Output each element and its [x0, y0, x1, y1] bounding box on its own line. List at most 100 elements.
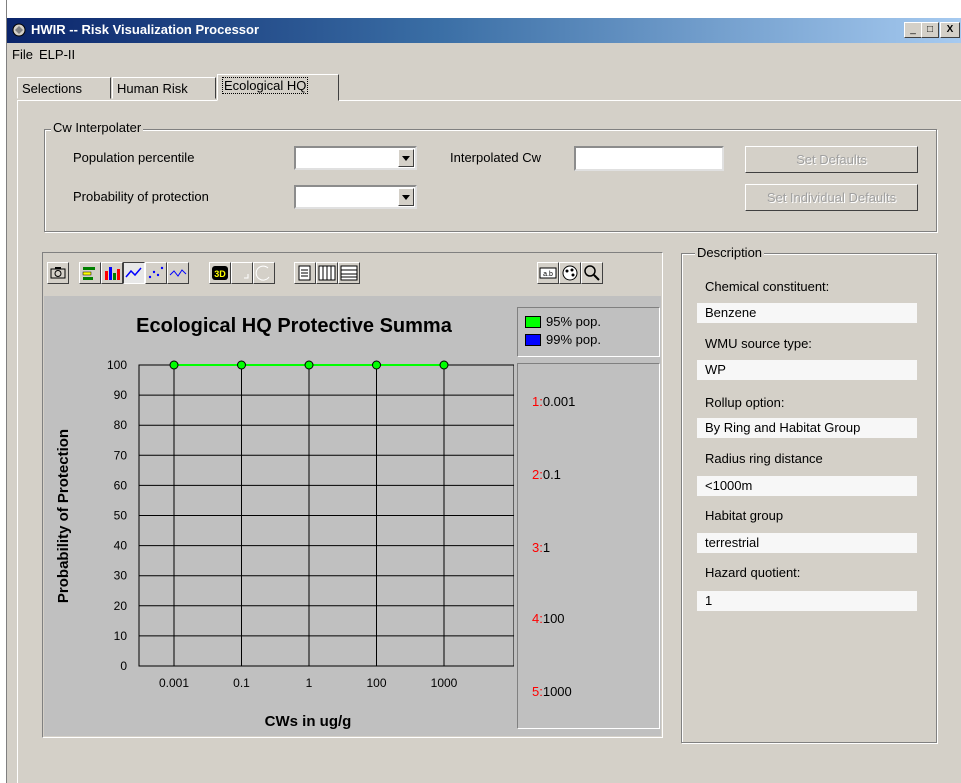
area-chart-icon[interactable]	[167, 262, 189, 284]
title-bar[interactable]: HWIR -- Risk Visualization Processor _ □…	[7, 18, 961, 43]
data-point	[169, 360, 179, 370]
rollup-option-value: By Ring and Habitat Group	[697, 418, 917, 438]
habitat-group-label: Habitat group	[705, 508, 784, 523]
list-item-value: 0.001	[542, 394, 576, 409]
habitat-group-value: terrestrial	[697, 533, 917, 553]
chevron-down-icon[interactable]	[398, 188, 414, 206]
set-defaults-button[interactable]: Set Defaults	[745, 146, 918, 173]
svg-text:3D: 3D	[214, 269, 226, 279]
app-icon	[12, 23, 26, 37]
list-item: 5:1000	[532, 684, 572, 699]
maximize-button[interactable]: □	[921, 22, 939, 38]
x-axis-label: CWs in ug/g	[265, 713, 352, 730]
radius-ring-distance-label: Radius ring distance	[705, 451, 823, 466]
probability-select[interactable]	[294, 185, 417, 209]
list-item-value: 1000	[542, 684, 572, 699]
y-tick-label: 50	[114, 509, 128, 523]
population-percentile-select[interactable]	[294, 146, 417, 170]
y-axis-label: Probability of Protection	[55, 429, 72, 603]
list-item-number: 1:	[532, 394, 543, 409]
tab-human-risk-label: Human Risk	[117, 81, 188, 96]
rotate-icon[interactable]	[231, 262, 253, 284]
list-item-number: 5:	[532, 684, 543, 699]
interpolated-cw-label: Interpolated Cw	[450, 150, 542, 165]
chemical-constituent-value: Benzene	[697, 303, 917, 323]
magnify-icon[interactable]	[581, 262, 603, 284]
y-tick-label: 100	[107, 358, 127, 372]
hazard-quotient-label: Hazard quotient:	[705, 565, 801, 580]
cw-interpolater-group	[44, 129, 937, 232]
x-tick-label: 0.001	[159, 676, 189, 690]
list-item-value: 0.1	[542, 467, 561, 482]
x-value-list: 1:0.001 2:0.1 3:1 4:100 5:1000	[517, 363, 660, 729]
legend-swatch-99	[525, 334, 541, 346]
horizontal-grid-icon[interactable]	[338, 262, 360, 284]
menu-bar: File ELP-II	[7, 44, 961, 64]
description-label: Description	[695, 245, 765, 260]
tab-selections[interactable]: Selections	[17, 77, 111, 99]
population-percentile-label: Population percentile	[73, 150, 195, 165]
data-point	[304, 360, 314, 370]
y-tick-label: 10	[114, 629, 128, 643]
list-item-number: 3:	[532, 540, 543, 555]
window-title: HWIR -- Risk Visualization Processor	[31, 22, 260, 37]
tab-ecological-hq[interactable]: Ecological HQ	[217, 74, 339, 101]
legend-label-99: 99% pop.	[546, 332, 601, 347]
tab-human-risk[interactable]: Human Risk	[112, 77, 216, 99]
data-point	[372, 360, 381, 370]
y-tick-label: 90	[114, 388, 128, 402]
close-button[interactable]: X	[940, 22, 960, 38]
list-item: 1:0.001	[532, 394, 575, 409]
list-item-value: 1	[542, 540, 551, 555]
scatter-chart-icon[interactable]	[145, 262, 167, 284]
chart-legend: 95% pop. 99% pop.	[517, 307, 660, 357]
y-tick-label: 60	[114, 478, 128, 492]
interpolated-cw-input[interactable]	[574, 146, 724, 171]
cw-interpolater-label: Cw Interpolater	[51, 120, 144, 135]
tab-ecological-hq-label: Ecological HQ	[222, 77, 309, 94]
data-point	[439, 360, 449, 370]
y-tick-label: 80	[114, 418, 128, 432]
menu-elp-ii[interactable]: ELP-II	[39, 47, 75, 62]
y-tick-label: 70	[114, 448, 128, 462]
vertical-grid-icon[interactable]	[316, 262, 338, 284]
wmu-source-type-value: WP	[697, 360, 917, 380]
3d-toggle-icon[interactable]: 3D	[209, 262, 231, 284]
desktop-edge	[0, 0, 7, 783]
x-tick-label: 1000	[431, 676, 458, 690]
hazard-quotient-value: 1	[697, 591, 917, 611]
set-individual-defaults-button[interactable]: Set Individual Defaults	[745, 184, 918, 211]
chart-toolbar: 3D a.b	[44, 256, 661, 296]
description-group	[681, 253, 937, 743]
labels-icon[interactable]: a.b	[537, 262, 559, 284]
chart-title: Ecological HQ Protective Summa	[136, 315, 453, 337]
y-tick-label: 30	[114, 569, 128, 583]
rollup-option-label: Rollup option:	[705, 395, 785, 410]
list-item: 2:0.1	[532, 467, 561, 482]
zoom-icon[interactable]	[253, 262, 275, 284]
camera-icon[interactable]	[47, 262, 69, 284]
legend-label-95: 95% pop.	[546, 314, 601, 329]
list-item-value: 100	[542, 611, 565, 626]
y-tick-label: 0	[120, 659, 127, 673]
line-chart: Ecological HQ Protective Summa 0 10 20 30 40…	[55, 315, 514, 730]
chemical-constituent-label: Chemical constituent:	[705, 279, 830, 294]
list-item: 3:1	[532, 540, 550, 555]
palette-icon[interactable]	[559, 262, 581, 284]
horizontal-bar-chart-icon[interactable]	[79, 262, 101, 284]
line-chart-icon[interactable]	[123, 262, 145, 284]
data-table-icon[interactable]	[294, 262, 316, 284]
svg-text:a.b: a.b	[543, 271, 553, 278]
radius-ring-distance-value: <1000m	[697, 476, 917, 496]
chevron-down-icon[interactable]	[398, 149, 414, 167]
x-tick-label: 0.1	[233, 676, 250, 690]
bar-chart-icon[interactable]	[101, 262, 123, 284]
list-item: 4:100	[532, 611, 565, 626]
list-item-number: 2:	[532, 467, 543, 482]
y-tick-label: 20	[114, 599, 128, 613]
minimize-button[interactable]: _	[904, 22, 922, 38]
menu-file[interactable]: File	[12, 47, 33, 62]
legend-swatch-95	[525, 316, 541, 328]
x-tick-label: 100	[366, 676, 386, 690]
list-item-number: 4:	[532, 611, 543, 626]
